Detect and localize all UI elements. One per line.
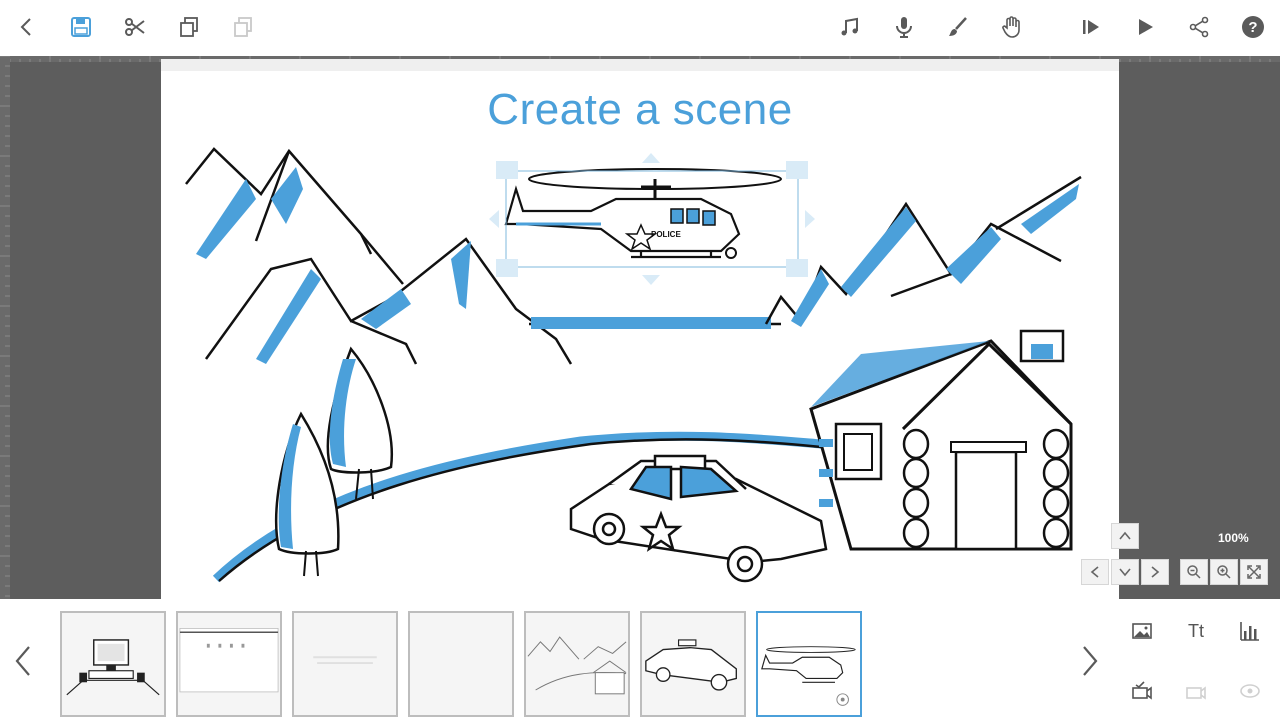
help-icon: ? (1242, 16, 1264, 38)
thumbnail-blank-slide[interactable] (408, 611, 514, 717)
play-from-here-icon (1083, 20, 1099, 34)
paste-icon (234, 17, 252, 37)
camera-add-button[interactable] (1127, 676, 1157, 706)
hand-icon (1002, 16, 1020, 38)
top-toolbar: ? (0, 0, 1280, 56)
help-label: ? (1248, 19, 1257, 36)
chevron-left-icon (1090, 566, 1099, 578)
zoom-in-button[interactable] (1210, 559, 1238, 585)
thumbnail-computer-desk[interactable] (60, 611, 166, 717)
scene-title[interactable]: Create a scene (161, 85, 1119, 135)
thumbnail-police-car[interactable] (640, 611, 746, 717)
helicopter-police-label: POLICE (651, 230, 681, 239)
play-icon (1139, 19, 1153, 35)
police-helicopter: POLICE (504, 168, 782, 259)
scene-drawing: POLICE (185, 147, 1082, 583)
share-icon (1189, 16, 1209, 38)
zoom-out-button[interactable] (1180, 559, 1208, 585)
play-button[interactable] (1128, 10, 1162, 44)
chevron-right-icon (1083, 646, 1098, 676)
music-icon (841, 17, 858, 36)
zoom-out-icon (1187, 565, 1201, 579)
chevron-down-icon (1119, 568, 1131, 577)
fit-to-screen-button[interactable] (1240, 559, 1268, 585)
back-button[interactable] (10, 10, 44, 44)
left-ruler (0, 56, 10, 599)
brush-icon (949, 17, 967, 36)
scene-canvas[interactable]: POLICE Create a scene (161, 59, 1119, 599)
thumbnail-mountain-cabin[interactable] (524, 611, 630, 717)
strip-prev-button[interactable] (8, 639, 38, 683)
police-car (569, 454, 828, 583)
thumbnail-blank-text-slide[interactable] (292, 611, 398, 717)
play-from-here-button[interactable] (1074, 10, 1108, 44)
chart-icon (1240, 622, 1259, 641)
save-button[interactable] (64, 10, 98, 44)
copy-icon (180, 17, 198, 37)
hand-button[interactable] (995, 10, 1029, 44)
insert-text-button[interactable]: Tt (1181, 616, 1211, 646)
trees (275, 346, 393, 577)
cut-button[interactable] (118, 10, 152, 44)
thumbnail-chart-slide[interactable] (176, 611, 282, 717)
microphone-icon (896, 17, 912, 38)
zoom-level-label: 100% (1218, 531, 1249, 545)
scene-strip: Tt (0, 599, 1280, 720)
pan-left-button[interactable] (1081, 559, 1109, 585)
strip-next-button[interactable] (1075, 639, 1105, 683)
camera-check-icon (1132, 681, 1152, 700)
insert-chart-button[interactable] (1235, 616, 1265, 646)
microphone-button[interactable] (887, 10, 921, 44)
help-button[interactable]: ? (1236, 10, 1270, 44)
pan-right-button[interactable] (1141, 559, 1169, 585)
image-icon (1132, 623, 1152, 639)
insert-image-button[interactable] (1127, 616, 1157, 646)
chevron-up-icon (1119, 531, 1131, 540)
back-icon (20, 18, 31, 36)
fit-screen-icon (1247, 565, 1261, 579)
cut-icon (125, 18, 145, 36)
brush-button[interactable] (941, 10, 975, 44)
copy-button[interactable] (172, 10, 206, 44)
chevron-right-icon (1151, 566, 1160, 578)
canvas-workarea: POLICE Create a scene 100% (0, 56, 1280, 599)
save-icon (71, 17, 91, 37)
thumbnail-helicopter[interactable] (756, 611, 862, 717)
zoom-in-icon (1217, 565, 1231, 579)
paste-button[interactable] (226, 10, 260, 44)
pan-down-button[interactable] (1111, 559, 1139, 585)
camera-eye-icon (1240, 684, 1260, 698)
share-button[interactable] (1182, 10, 1216, 44)
camera-x-icon (1186, 686, 1206, 700)
pan-up-button[interactable] (1111, 523, 1139, 549)
log-cabin (809, 329, 1073, 551)
chevron-left-icon (15, 646, 30, 676)
music-button[interactable] (832, 10, 866, 44)
camera-preview-button[interactable] (1235, 676, 1265, 706)
camera-remove-button[interactable] (1181, 676, 1211, 706)
